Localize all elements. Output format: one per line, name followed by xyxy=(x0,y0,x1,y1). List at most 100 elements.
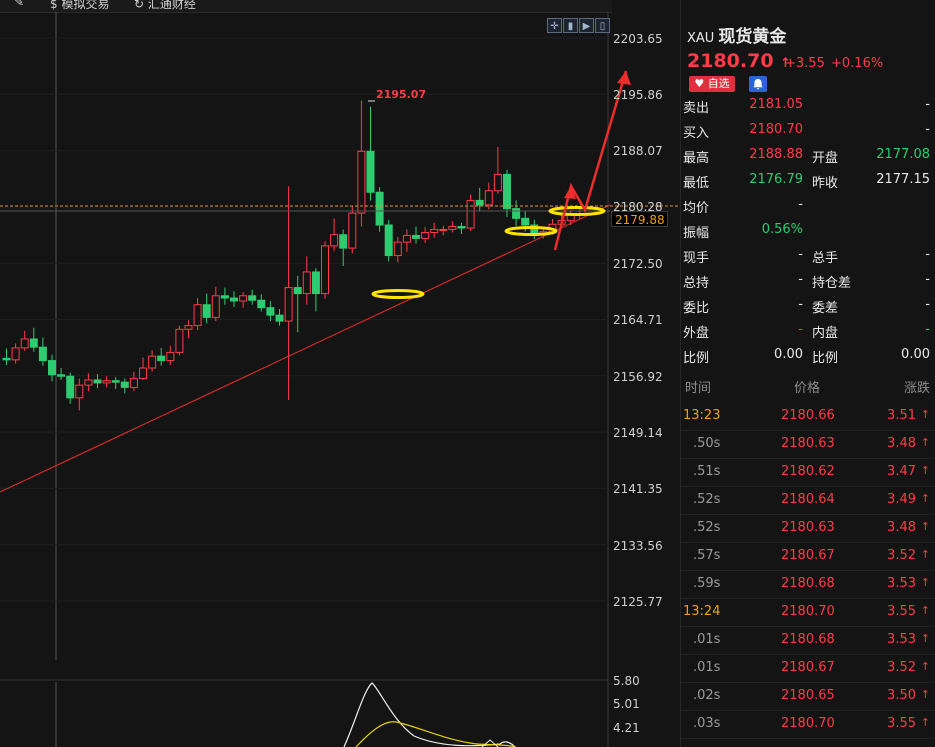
tick-row[interactable]: .01s 2180.68 3.53 ↑ xyxy=(681,626,935,655)
heart-icon: ♥ xyxy=(694,77,705,90)
tick-price: 2180.64 xyxy=(781,492,835,507)
quote-value: 2188.88 xyxy=(749,147,803,162)
candle-body xyxy=(93,379,102,384)
indicator-line xyxy=(355,721,517,747)
kline-chart[interactable]: ✛ ▮ ▶ ▯ 2195.07 2203.65 2195.86 2188.07 … xyxy=(0,0,680,747)
quote-value: 2180.70 xyxy=(749,122,803,137)
quote-row: 买入 2180.70 - xyxy=(681,122,935,147)
tick-change: 3.49 xyxy=(887,492,916,507)
up-arrow-icon: ↑ xyxy=(920,520,930,533)
play-icon[interactable]: ▶ xyxy=(579,18,594,33)
up-arrow-icon: ↑ xyxy=(920,660,930,673)
candle-body xyxy=(148,355,157,369)
tick-change: 3.52 xyxy=(887,548,916,563)
candle-body xyxy=(448,226,457,230)
tick-price: 2180.67 xyxy=(781,548,835,563)
ticks-header-price: 价格 xyxy=(794,381,821,396)
tick-row[interactable]: .02s 2180.65 3.50 ↑ xyxy=(681,682,935,711)
tick-row[interactable]: .03s 2180.70 3.55 ↑ xyxy=(681,710,935,739)
ticks-header: 时间 价格 涨跌 xyxy=(681,377,935,397)
candle-body xyxy=(11,347,20,361)
tick-price: 2180.63 xyxy=(781,520,835,535)
tick-time: .59s xyxy=(693,576,721,591)
candle-body xyxy=(457,226,466,229)
symbol-code: XAU xyxy=(687,31,715,46)
candle-body xyxy=(193,304,202,327)
y-tick-label: 2203.65 xyxy=(613,32,663,46)
y-tick-label: 2149.14 xyxy=(613,426,663,440)
tick-row[interactable]: .59s 2180.68 3.53 ↑ xyxy=(681,570,935,599)
ticks-header-change: 涨跌 xyxy=(903,381,930,396)
quote-row: 比例 0.00 比例 0.00 xyxy=(681,347,935,372)
quote-value: 2177.15 xyxy=(876,172,930,187)
candle-body xyxy=(384,224,393,257)
tick-time: .50s xyxy=(693,436,721,451)
quote-value: - xyxy=(925,97,930,112)
bar-mode-icon[interactable]: ▯ xyxy=(595,18,610,33)
up-arrow-icon: ↑ xyxy=(920,492,930,505)
quote-value: - xyxy=(798,247,803,262)
quote-label: 现手 xyxy=(683,251,710,266)
tick-price: 2180.67 xyxy=(781,660,835,675)
indicator-tick-label: 5.80 xyxy=(613,674,640,688)
candle-body xyxy=(475,199,484,206)
tick-time: .01s xyxy=(693,660,721,675)
up-arrow-icon: ↑ xyxy=(920,632,930,645)
candle-body xyxy=(102,380,111,384)
tick-price: 2180.65 xyxy=(781,688,835,703)
candle-body xyxy=(239,295,248,302)
tick-change: 3.47 xyxy=(887,464,916,479)
candle-body xyxy=(293,287,302,295)
candle-body xyxy=(484,190,493,206)
tick-row[interactable]: .01s 2180.67 3.52 ↑ xyxy=(681,654,935,683)
candle-body xyxy=(366,150,375,193)
candle-body xyxy=(220,295,229,299)
tick-row[interactable]: .51s 2180.62 3.47 ↑ xyxy=(681,458,935,487)
y-tick-label: 2125.77 xyxy=(613,595,663,609)
indicator-line xyxy=(343,682,516,747)
tick-time: .51s xyxy=(693,464,721,479)
candle-body xyxy=(57,374,66,377)
candle-body xyxy=(38,346,47,362)
quote-row: 卖出 2181.05 - xyxy=(681,97,935,122)
candle-body xyxy=(284,287,293,322)
tick-row[interactable]: .52s 2180.63 3.48 ↑ xyxy=(681,514,935,543)
candle-body xyxy=(166,351,175,362)
add-watchlist-button[interactable]: ♥ 自选 xyxy=(689,76,735,92)
tick-row[interactable]: 13:24 2180.70 3.55 ↑ xyxy=(681,598,935,627)
candle-body xyxy=(357,150,366,214)
tick-row[interactable]: .57s 2180.67 3.52 ↑ xyxy=(681,542,935,571)
candle-body xyxy=(129,377,138,388)
candle-body xyxy=(521,217,530,226)
tick-row[interactable]: 13:23 2180.66 3.51 ↑ xyxy=(681,402,935,431)
annotation-arrowhead xyxy=(617,71,631,85)
candlestick-chart[interactable] xyxy=(0,0,680,747)
symbol-title: XAU 现货黄金 xyxy=(687,22,786,47)
tick-change: 3.52 xyxy=(887,660,916,675)
quote-label: 均价 xyxy=(683,201,710,216)
quote-row: 委比 - 委差 - xyxy=(681,297,935,322)
tick-change: 3.55 xyxy=(887,716,916,731)
tick-price: 2180.66 xyxy=(781,408,835,423)
quote-value: - xyxy=(798,297,803,312)
quote-label: 外盘 xyxy=(683,326,710,341)
quote-label: 委差 xyxy=(812,301,839,316)
bar-chart-icon[interactable]: ▮ xyxy=(563,18,578,33)
quote-value: - xyxy=(925,272,930,287)
tick-row[interactable]: .52s 2180.64 3.49 ↑ xyxy=(681,486,935,515)
y-tick-label: 2141.35 xyxy=(613,482,663,496)
candle-body xyxy=(321,245,329,295)
quote-value: 2181.05 xyxy=(749,97,803,112)
y-tick-label: 2172.50 xyxy=(613,257,663,271)
crosshair-icon[interactable]: ✛ xyxy=(547,18,562,33)
quote-value: - xyxy=(925,297,930,312)
quote-label: 持仓差 xyxy=(812,276,852,291)
candle-body xyxy=(402,234,411,243)
quote-label: 振幅 xyxy=(683,226,710,241)
quote-panel: XAU 现货黄金 2180.70 ↑ +3.55 +0.16% ♥ 自选 卖出 21… xyxy=(680,0,935,747)
quote-row: 现手 - 总手 - xyxy=(681,247,935,272)
alert-button[interactable] xyxy=(749,76,767,92)
candle-body xyxy=(266,307,275,316)
tick-price: 2180.68 xyxy=(781,632,835,647)
tick-row[interactable]: .50s 2180.63 3.48 ↑ xyxy=(681,430,935,459)
